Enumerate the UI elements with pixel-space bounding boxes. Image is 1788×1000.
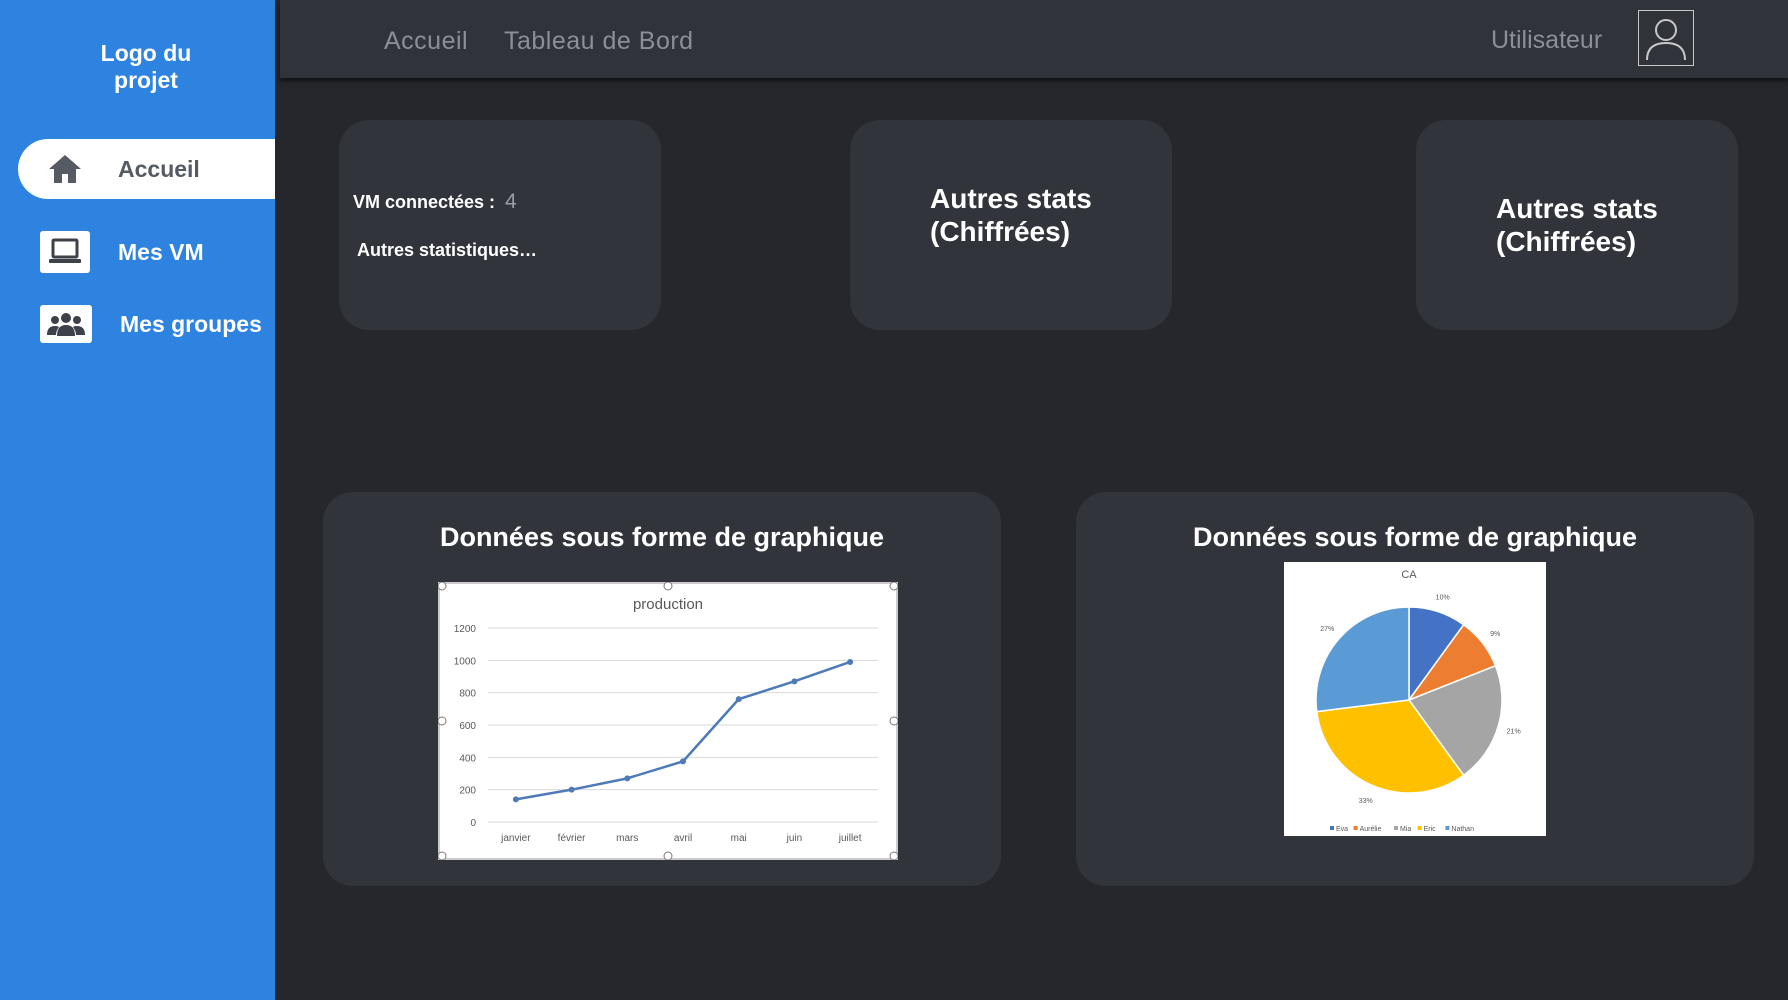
sidebar-item-mes-groupes[interactable]: Mes groupes	[18, 294, 275, 354]
sidebar: Logo du projet Accueil Mes VM Mes groupe…	[0, 0, 275, 1000]
legend-label: Nathan	[1451, 826, 1474, 833]
chart-card-title: Données sous forme de graphique	[1192, 522, 1638, 552]
resize-handle	[663, 851, 673, 861]
chart-card-line: Données sous forme de graphique producti…	[323, 492, 1001, 886]
user-avatar-icon[interactable]	[1638, 10, 1694, 66]
resize-handle	[889, 581, 899, 591]
x-tick-label: mai	[731, 833, 747, 844]
vm-connected-label: VM connectées :	[353, 192, 496, 212]
chart-title: CA	[1401, 569, 1417, 581]
resize-handle	[437, 581, 447, 591]
resize-handle	[437, 851, 447, 861]
series-line	[515, 660, 851, 801]
legend-label: Aurélie	[1360, 826, 1382, 833]
other-stats-label: Autres statistiques…	[357, 240, 538, 260]
slice-label: 33%	[1359, 798, 1373, 805]
y-tick-label: 400	[459, 753, 476, 764]
stat-card-vm: VM connectées : 4 Autres statistiques…	[339, 120, 661, 330]
x-tick-label: janvier	[500, 833, 531, 844]
y-tick-label: 0	[470, 818, 476, 829]
legend-swatch	[1417, 826, 1422, 830]
stat-card-2: Autres stats (Chiffrées)	[850, 120, 1172, 330]
data-point	[680, 758, 686, 765]
resize-handle	[889, 716, 899, 726]
laptop-icon	[40, 231, 90, 273]
slice-label: 9%	[1490, 631, 1500, 638]
y-tick-label: 1200	[454, 624, 477, 635]
top-bar: Accueil Tableau de Bord Utilisateur	[280, 0, 1788, 78]
pie-slice	[1315, 606, 1410, 713]
data-point	[735, 696, 742, 703]
data-point	[624, 775, 631, 782]
legend-swatch	[1353, 826, 1358, 830]
y-tick-label: 600	[459, 721, 476, 732]
resize-handle	[889, 851, 899, 861]
chart-frame	[438, 582, 898, 860]
sidebar-item-label: Accueil	[118, 155, 200, 182]
stat-card-3: Autres stats (Chiffrées)	[1416, 120, 1738, 330]
legend-swatch	[1394, 826, 1398, 830]
data-point	[568, 786, 575, 793]
x-tick-label: juin	[786, 833, 803, 844]
y-tick-label: 800	[459, 689, 476, 700]
line-chart-container[interactable]: production 0 200 400 600 800 1000 1200 janvier fé…	[437, 581, 899, 861]
vm-connected-row: VM connectées : 4	[353, 190, 517, 214]
stat-card-title: Autres stats (Chiffrées)	[1496, 193, 1658, 257]
top-link-accueil[interactable]: Accueil	[384, 27, 468, 56]
home-icon	[40, 148, 90, 190]
pie-chart: CA 10% 9% 21% 33% 27% Eva Aurélie Mia Eric Nathan	[1315, 569, 1521, 833]
legend-swatch	[1445, 826, 1450, 830]
y-tick-label: 1000	[454, 656, 477, 667]
data-point	[512, 796, 519, 803]
legend-swatch	[1330, 826, 1334, 830]
project-logo: Logo du projet	[100, 40, 192, 93]
x-tick-label: avril	[674, 833, 692, 844]
pie-chart-container[interactable]: CA 10% 9% 21% 33% 27% Eva Aurélie Mia Eric Nathan	[1284, 562, 1546, 836]
chart-card-title: Données sous forme de graphique	[439, 522, 885, 552]
chart-title: production	[633, 596, 703, 613]
sidebar-item-mes-vm[interactable]: Mes VM	[18, 222, 275, 282]
vm-connected-value: 4	[505, 190, 517, 213]
legend-label: Eric	[1424, 826, 1437, 833]
data-point	[791, 678, 798, 685]
x-tick-label: mars	[616, 833, 638, 844]
slice-label: 27%	[1320, 626, 1334, 633]
user-label[interactable]: Utilisateur	[1491, 26, 1602, 55]
legend-label: Mia	[1400, 826, 1411, 833]
resize-handle	[437, 716, 447, 726]
sidebar-item-accueil[interactable]: Accueil	[18, 139, 275, 199]
x-tick-label: juillet	[838, 833, 862, 844]
line-chart: production 0 200 400 600 800 1000 1200 janvier fé…	[437, 581, 899, 861]
y-tick-label: 200	[459, 786, 476, 797]
users-icon	[40, 305, 92, 343]
legend-label: Eva	[1336, 826, 1348, 833]
resize-handle	[663, 581, 673, 591]
x-tick-label: février	[558, 833, 586, 844]
top-link-tableau-de-bord[interactable]: Tableau de Bord	[504, 27, 694, 56]
data-point	[847, 658, 854, 665]
slice-label: 21%	[1507, 728, 1521, 735]
sidebar-item-label: Mes groupes	[120, 310, 262, 337]
stat-card-title: Autres stats (Chiffrées)	[930, 183, 1092, 247]
slice-label: 10%	[1436, 594, 1450, 601]
chart-card-pie: Données sous forme de graphique CA 10% 9% 2…	[1076, 492, 1754, 886]
sidebar-item-label: Mes VM	[118, 238, 204, 265]
